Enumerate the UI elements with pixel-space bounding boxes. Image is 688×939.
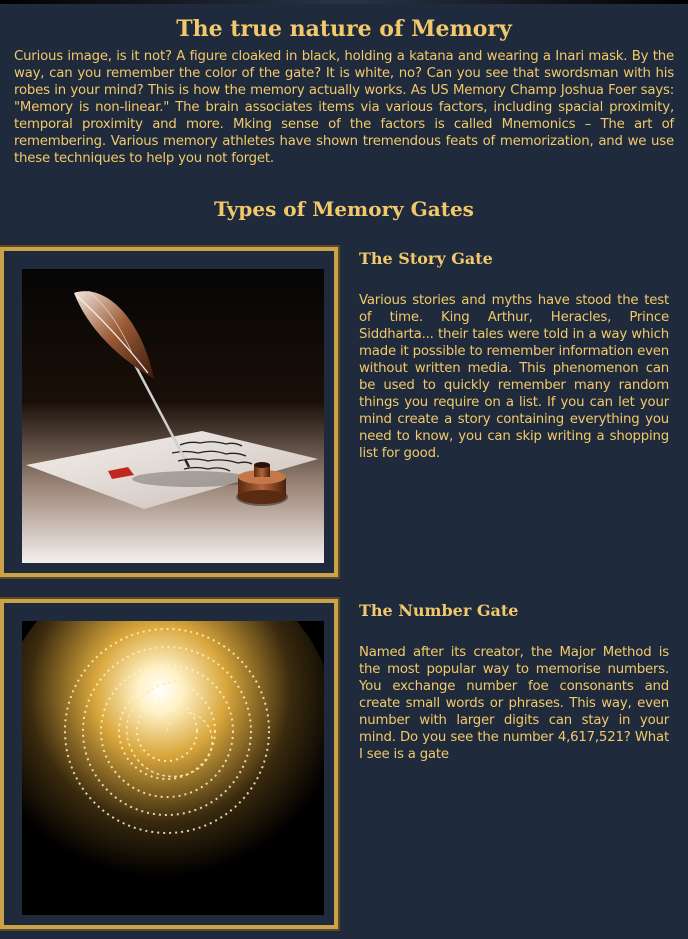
- story-gate-title: The Story Gate: [359, 249, 493, 268]
- section-title: Types of Memory Gates: [214, 197, 474, 221]
- number-gate-image-frame: [0, 597, 340, 931]
- story-gate-image-frame: [0, 245, 340, 579]
- number-spiral-light-image: [22, 621, 324, 915]
- number-gate-section: The Number Gate Named after its creator,…: [0, 597, 688, 939]
- top-bar: [0, 0, 688, 4]
- story-gate-description: Various stories and myths have stood the…: [359, 293, 669, 461]
- number-gate-description: Named after its creator, the Major Metho…: [359, 645, 669, 762]
- page-title: The true nature of Memory: [176, 16, 512, 42]
- story-gate-text: The Story Gate Various stories and myths…: [359, 247, 669, 462]
- story-gate-section: The Story Gate Various stories and myths…: [0, 245, 688, 587]
- quill-pen-inkwell-image: [22, 269, 324, 563]
- number-gate-title: The Number Gate: [359, 601, 519, 620]
- number-gate-text: The Number Gate Named after its creator,…: [359, 599, 669, 763]
- intro-paragraph: Curious image, is it not? A figure cloak…: [14, 49, 674, 166]
